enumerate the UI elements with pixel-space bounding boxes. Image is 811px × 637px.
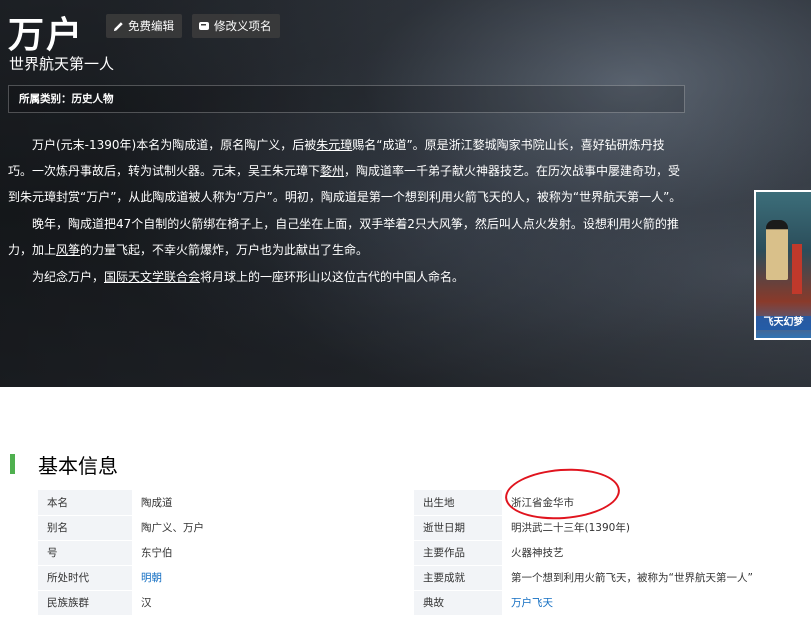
thumbnail-pillar — [792, 244, 802, 294]
info-key: 本名 — [38, 490, 132, 516]
intro-text: 将月球上的一座环形山以这位古代的中国人命名。 — [200, 270, 465, 284]
intro-paragraph-1: 万户(元末-1390年)本名为陶成道，原名陶广义，后被朱元璋赐名“成道”。原是浙… — [8, 132, 688, 210]
link-iau[interactable]: 国际天文学联合会 — [104, 270, 200, 284]
link-zhu-yuanzhang[interactable]: 朱元璋 — [316, 138, 352, 152]
info-value: 陶成道 — [132, 490, 414, 516]
intro-paragraph-3: 为纪念万户，国际天文学联合会将月球上的一座环形山以这位古代的中国人命名。 — [8, 264, 688, 290]
album-thumbnail[interactable]: 飞天幻梦 — [754, 190, 811, 340]
category-value[interactable]: 历史人物 — [72, 93, 114, 105]
category-bar: 所属类别：历史人物 — [8, 85, 685, 113]
info-value: 东宁伯 — [132, 540, 414, 566]
rename-icon — [198, 20, 210, 32]
info-value: 明洪武二十三年(1390年) — [502, 515, 811, 541]
info-value-cell: 万户飞天 — [502, 590, 811, 616]
table-row: 号 东宁伯 主要作品 火器神技艺 — [38, 540, 811, 566]
info-value: 陶广义、万户 — [132, 515, 414, 541]
table-row: 所处时代 明朝 主要成就 第一个想到利用火箭飞天，被称为“世界航天第一人” — [38, 565, 811, 591]
info-key: 民族族群 — [38, 590, 132, 616]
info-value: 火器神技艺 — [502, 540, 811, 566]
link-wanhu-feitian[interactable]: 万户飞天 — [511, 597, 553, 609]
info-key: 出生地 — [414, 490, 502, 516]
intro-text: 万户(元末-1390年)本名为陶成道，原名陶广义，后被 — [32, 138, 317, 152]
table-row: 别名 陶广义、万户 逝世日期 明洪武二十三年(1390年) — [38, 515, 811, 541]
basic-info-table: 本名 陶成道 出生地 浙江省金华市 别名 陶广义、万户 逝世日期 明洪武二十三年… — [38, 490, 811, 616]
section-title-text: 基本信息 — [38, 453, 118, 478]
info-value: 第一个想到利用火箭飞天，被称为“世界航天第一人” — [502, 565, 811, 591]
info-key: 别名 — [38, 515, 132, 541]
info-key: 典故 — [414, 590, 502, 616]
category-label: 所属类别： — [19, 93, 72, 105]
page-title: 万户 — [8, 15, 85, 56]
page-subtitle: 世界航天第一人 — [9, 55, 115, 73]
hero-banner: 万户 免费编辑 修改义项名 世界航天第一人 所属类别：历史人物 万户(元末-13… — [0, 0, 811, 387]
link-wuzhou[interactable]: 婺州 — [320, 164, 344, 178]
table-row: 本名 陶成道 出生地 浙江省金华市 — [38, 490, 811, 516]
link-ming-dynasty[interactable]: 明朝 — [141, 572, 162, 584]
section-heading-basic-info: 基本信息 — [10, 451, 118, 478]
intro-text: 的力量飞起，不幸火箭爆炸，万户也为此献出了生命。 — [80, 243, 369, 257]
section-accent-bar — [10, 454, 15, 474]
rename-button-label: 修改义项名 — [214, 19, 272, 33]
info-key: 主要成就 — [414, 565, 502, 591]
intro-summary: 万户(元末-1390年)本名为陶成道，原名陶广义，后被朱元璋赐名“成道”。原是浙… — [8, 132, 688, 291]
thumbnail-figure — [766, 220, 788, 280]
info-value: 浙江省金华市 — [502, 490, 811, 516]
info-key: 号 — [38, 540, 132, 566]
table-row: 民族族群 汉 典故 万户飞天 — [38, 590, 811, 616]
thumbnail-caption: 飞天幻梦 — [756, 316, 811, 330]
pencil-icon — [112, 20, 124, 32]
info-value: 汉 — [132, 590, 414, 616]
link-kite[interactable]: 风筝 — [56, 243, 80, 257]
intro-text: 为纪念万户， — [32, 270, 105, 284]
info-key: 逝世日期 — [414, 515, 502, 541]
main-content: 基本信息 本名 陶成道 出生地 浙江省金华市 别名 陶广义、万户 逝世日期 明洪… — [0, 387, 811, 637]
edit-button[interactable]: 免费编辑 — [106, 14, 182, 38]
rename-button[interactable]: 修改义项名 — [192, 14, 280, 38]
info-value-cell: 明朝 — [132, 565, 414, 591]
intro-paragraph-2: 晚年，陶成道把47个自制的火箭绑在椅子上，自己坐在上面，双手举着2只大风筝，然后… — [8, 211, 688, 263]
info-key: 所处时代 — [38, 565, 132, 591]
info-key: 主要作品 — [414, 540, 502, 566]
edit-button-label: 免费编辑 — [128, 19, 174, 33]
